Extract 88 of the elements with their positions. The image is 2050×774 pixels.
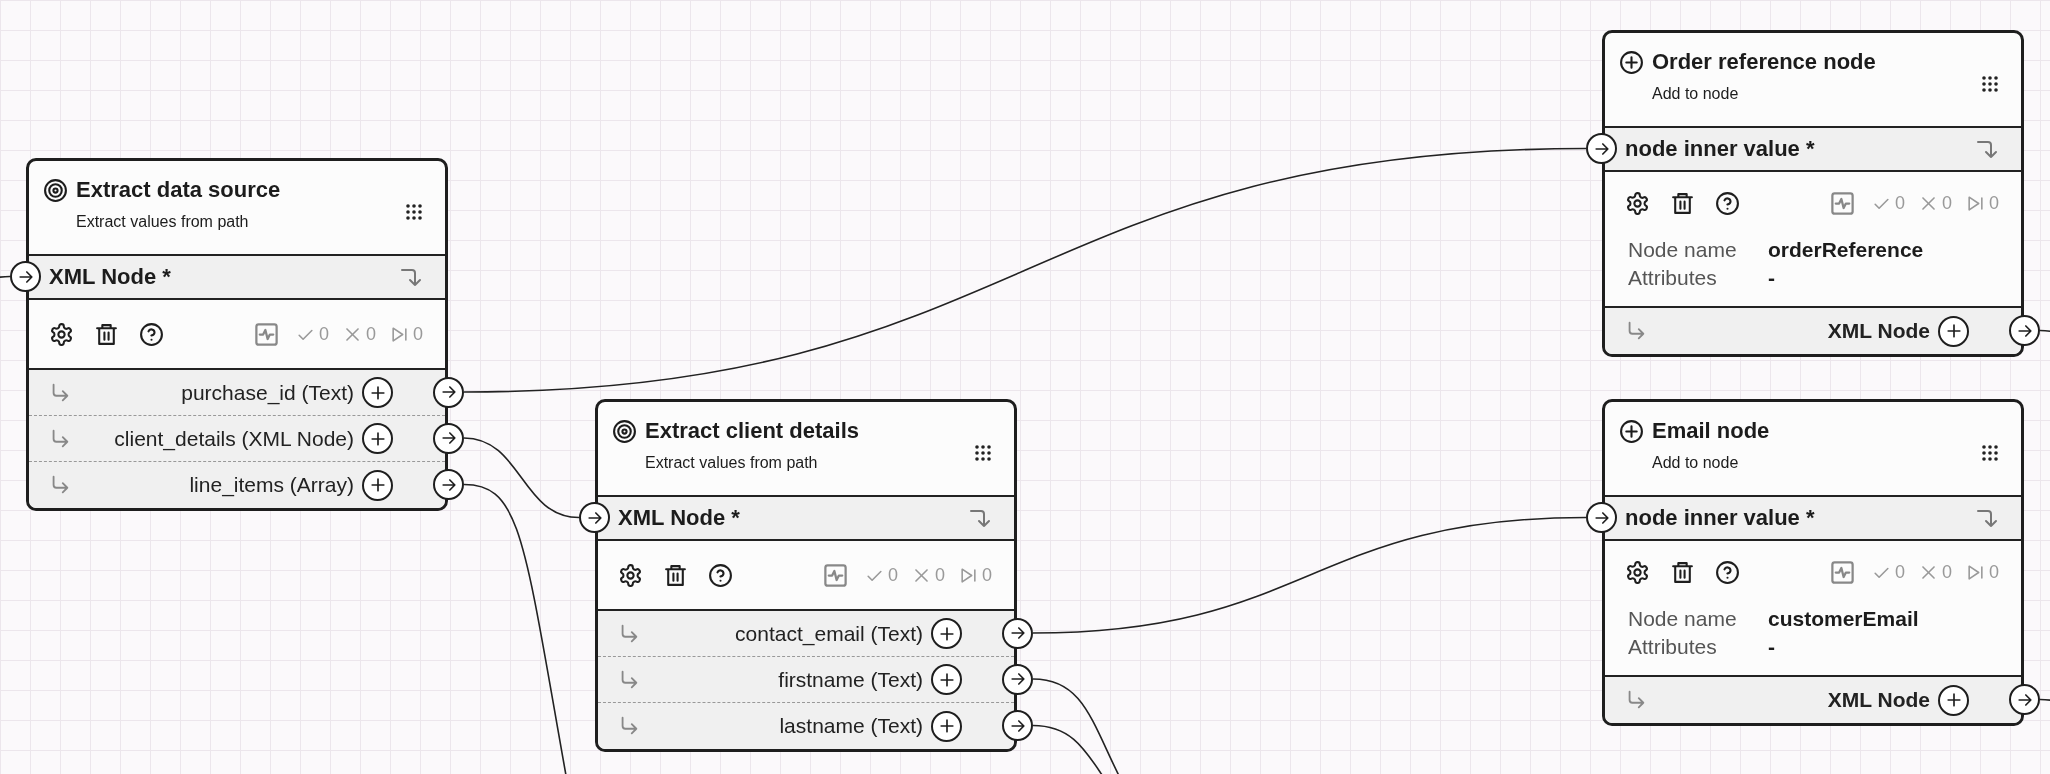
grip-icon[interactable] [1981,75,1999,93]
field-label: Node name [1628,238,1737,261]
input-port[interactable] [1586,133,1617,164]
input-port[interactable] [10,261,41,292]
output-label: firstname (Text) [777,667,923,692]
node-title: Extract client details [645,418,859,444]
plus-circle-icon [1619,418,1644,444]
add-button[interactable] [362,377,393,408]
skip-icon [959,565,978,585]
field-value: - [1768,634,1775,660]
output-label: lastname (Text) [778,714,923,738]
output-port[interactable] [2009,684,2040,715]
pulse-icon [821,561,849,589]
plus-circle-icon [1619,49,1644,75]
grip-icon[interactable] [405,203,423,221]
settings-icon[interactable] [49,321,74,347]
target-icon [43,177,68,203]
help-icon[interactable] [708,562,733,588]
add-button[interactable] [1938,684,1969,716]
output-port[interactable] [2009,315,2040,346]
output-port[interactable] [1002,663,1033,695]
output-port[interactable] [433,422,464,454]
output-label: line_items (Array) [188,473,354,497]
trash-icon[interactable] [663,562,688,588]
help-icon[interactable] [1715,559,1740,585]
output-label: client_details (XML Node) [113,426,354,451]
settings-icon[interactable] [1625,559,1650,585]
grip-icon[interactable] [974,444,992,462]
output-port[interactable] [433,376,464,408]
pulse-icon [1828,558,1856,586]
node-subtitle: Extract values from path [645,454,819,472]
input-port[interactable] [579,502,610,533]
node-title: Extract data source [76,177,281,203]
output-label: XML Node [1826,319,1930,343]
stat-count: 0 [318,323,329,345]
field-value: orderReference [1768,237,1924,263]
help-icon[interactable] [139,321,164,347]
node-title: Order reference node [1652,49,1876,75]
grip-icon[interactable] [1981,444,1999,462]
stat-count: 0 [1894,192,1905,214]
trash-icon[interactable] [1670,559,1695,585]
stat-count: 0 [413,323,423,345]
stat-count: 0 [982,564,992,586]
skip-icon [390,324,409,344]
stat-count: 0 [1989,192,1999,214]
add-button[interactable] [931,618,962,649]
field-label: Attributes [1628,266,1717,289]
stat-count: 0 [1989,561,1999,583]
field-label: Attributes [1628,635,1717,658]
input-label: XML Node * [618,505,741,531]
output-port[interactable] [1002,710,1033,741]
pulse-icon [252,320,280,348]
field-label: Node name [1628,607,1737,630]
add-button[interactable] [362,423,393,454]
input-port[interactable] [1586,502,1617,533]
skip-icon [1966,193,1985,213]
node-subtitle: Add to node [1652,454,1740,472]
stat-count: 0 [934,564,945,586]
output-label: purchase_id (Text) [180,380,354,405]
stat-count: 0 [1941,192,1952,214]
skip-icon [1966,562,1985,582]
trash-icon[interactable] [1670,190,1695,216]
stat-count: 0 [887,564,898,586]
node-title: Email node [1652,418,1770,444]
settings-icon[interactable] [1625,190,1650,216]
add-button[interactable] [931,664,962,695]
pulse-icon [1828,189,1856,217]
settings-icon[interactable] [618,562,643,588]
input-label: node inner value * [1625,136,1816,162]
field-value: customerEmail [1768,606,1919,632]
stat-count: 0 [365,323,376,345]
node-subtitle: Add to node [1652,85,1740,103]
stat-count: 0 [1941,561,1952,583]
stat-count: 0 [1894,561,1905,583]
trash-icon[interactable] [94,321,119,347]
input-label: XML Node * [49,264,172,290]
add-button[interactable] [362,469,393,501]
node-subtitle: Extract values from path [76,213,250,231]
add-button[interactable] [1938,315,1969,347]
target-icon [612,418,637,444]
output-label: XML Node [1826,688,1930,712]
add-button[interactable] [931,710,962,742]
output-port[interactable] [433,469,464,500]
help-icon[interactable] [1715,190,1740,216]
field-value: - [1768,265,1775,291]
output-label: contact_email (Text) [734,621,923,646]
output-port[interactable] [1002,617,1033,649]
input-label: node inner value * [1625,505,1816,531]
